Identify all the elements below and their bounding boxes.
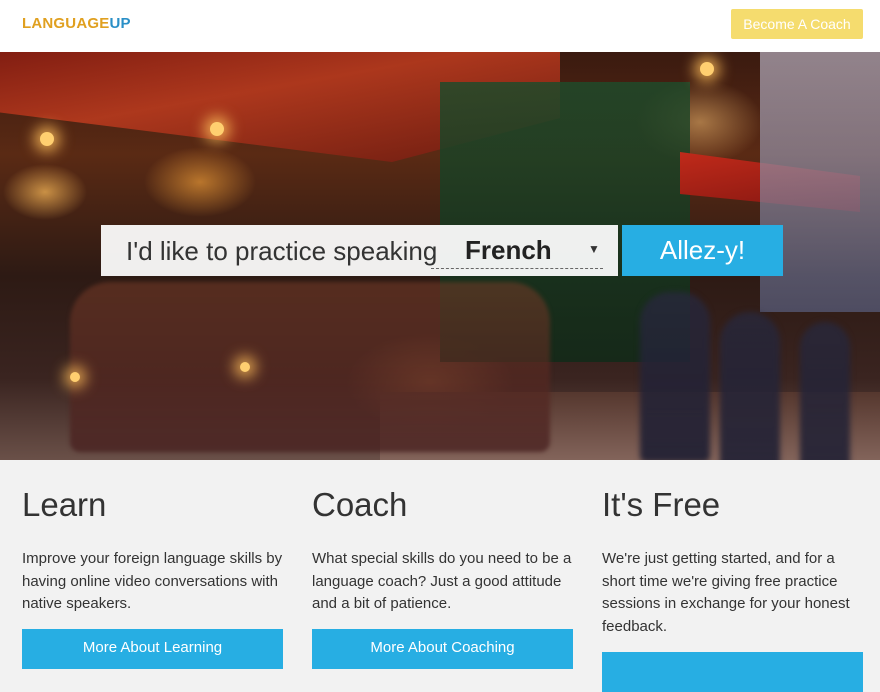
free-feature-button[interactable] (602, 652, 863, 692)
site-logo[interactable]: LANGUAGEUP (22, 15, 131, 32)
lamp (240, 362, 250, 372)
logo-language: LANGUAGE (22, 15, 110, 32)
pedestrian (640, 292, 710, 460)
feature-text: We're just getting started, and for a sh… (602, 550, 850, 635)
logo-up: UP (109, 15, 131, 32)
more-about-learning-button[interactable]: More About Learning (22, 629, 283, 669)
become-coach-button[interactable]: Become A Coach (731, 9, 863, 39)
cafe-diners (70, 282, 550, 452)
top-header: LANGUAGEUP Become A Coach (0, 0, 880, 52)
language-select-value[interactable]: French (465, 235, 552, 266)
feature-text: Improve your foreign language skills by … (22, 550, 283, 612)
lamp (210, 122, 224, 136)
feature-title: Learn (22, 486, 107, 523)
feature-title: It's Free (602, 486, 721, 523)
lamp (40, 132, 54, 146)
go-button[interactable]: Allez-y! (622, 225, 783, 276)
feature-title: Coach (312, 486, 408, 523)
lamp (70, 372, 80, 382)
practice-prompt: I'd like to practice speaking (126, 236, 438, 266)
chevron-down-icon[interactable]: ▼ (588, 242, 600, 256)
feature-text: What special skills do you need to be a … (312, 550, 572, 612)
more-about-coaching-button[interactable]: More About Coaching (312, 629, 573, 669)
lamp (700, 62, 714, 76)
pedestrian (800, 322, 850, 460)
pedestrian (720, 312, 780, 460)
